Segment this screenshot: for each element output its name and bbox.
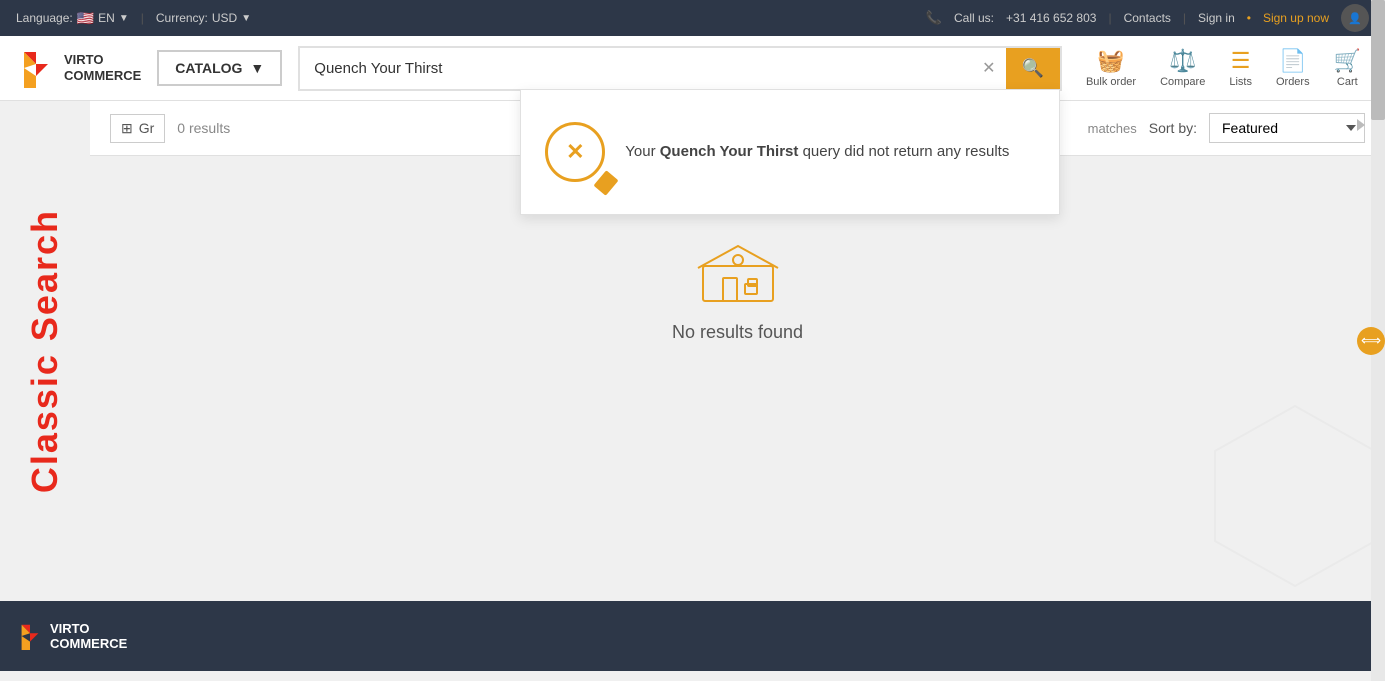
search-input[interactable]: [300, 50, 972, 87]
logo[interactable]: VIRTO COMMERCE: [16, 48, 141, 88]
results-right: matches Sort by: Featured Price: Low to …: [1088, 113, 1365, 143]
filter-matches: matches: [1088, 121, 1137, 136]
language-label: Language:: [16, 11, 73, 25]
expand-panel-button[interactable]: ⟺: [1357, 327, 1385, 355]
header: VIRTO COMMERCE CATALOG ▼ ✕ 🔍 ✕ Your Quen…: [0, 36, 1385, 101]
sidebar-vertical: Classic Search: [0, 101, 90, 601]
top-bar-right: 📞 Call us: +31 416 652 803 | Contacts | …: [926, 4, 1369, 32]
contacts-link[interactable]: Contacts: [1124, 11, 1171, 25]
orders-button[interactable]: 📄 Orders: [1268, 44, 1318, 92]
cart-icon: 🛒: [1334, 48, 1361, 74]
phone-number[interactable]: +31 416 652 803: [1006, 11, 1096, 25]
phone-icon: 📞: [926, 10, 942, 26]
hex-decoration: [1205, 396, 1385, 601]
currency-label: Currency:: [156, 11, 208, 25]
search-dropdown: ✕ Your Quench Your Thirst query did not …: [520, 89, 1060, 215]
results-title: ⊞ Gr 0 results: [110, 114, 230, 143]
no-results-found-text: No results found: [672, 322, 803, 343]
logo-text: VIRTO COMMERCE: [64, 52, 141, 83]
sort-select[interactable]: Featured Price: Low to High Price: High …: [1209, 113, 1365, 143]
currency-value: USD: [212, 11, 237, 25]
separator-1: |: [141, 11, 144, 25]
footer-logo-text: VIRTO COMMERCE: [50, 621, 127, 651]
warehouse-icon: [693, 236, 783, 306]
header-icons: 🧺 Bulk order ⚖️ Compare ☰ Lists 📄 Orders…: [1078, 44, 1369, 92]
cart-button[interactable]: 🛒 Cart: [1326, 44, 1369, 92]
phone-label: Call us:: [954, 11, 994, 25]
sidebar-vertical-text: Classic Search: [24, 209, 66, 493]
avatar[interactable]: 👤: [1341, 4, 1369, 32]
grid-view-button[interactable]: ⊞ Gr: [110, 114, 165, 143]
catalog-button[interactable]: CATALOG ▼: [157, 50, 282, 86]
separator-2: |: [1108, 11, 1111, 25]
search-button[interactable]: 🔍: [1006, 48, 1060, 89]
lists-icon: ☰: [1231, 48, 1251, 74]
collapse-panel-button[interactable]: [1353, 117, 1369, 138]
footer-logo-icon: [16, 622, 44, 650]
logo-icon: [16, 48, 56, 88]
bulk-order-icon: 🧺: [1097, 48, 1124, 74]
dot-separator: •: [1247, 11, 1251, 25]
currency-selector[interactable]: Currency: USD ▼: [156, 11, 251, 25]
results-count: 0 results: [177, 120, 230, 136]
orders-icon: 📄: [1279, 48, 1306, 74]
language-value: EN: [98, 11, 115, 25]
bulk-order-button[interactable]: 🧺 Bulk order: [1078, 44, 1144, 92]
search-bar: ✕ 🔍 ✕ Your Quench Your Thirst query did …: [298, 46, 1062, 91]
lang-dropdown-arrow: ▼: [119, 13, 129, 24]
sort-label: Sort by:: [1149, 120, 1197, 136]
top-bar: Language: 🇺🇸 EN ▼ | Currency: USD ▼ 📞 Ca…: [0, 0, 1385, 36]
sign-up-link[interactable]: Sign up now: [1263, 11, 1329, 25]
no-results-search-icon: ✕: [545, 122, 605, 182]
no-results-message: Your Quench Your Thirst query did not re…: [625, 143, 1009, 160]
catalog-dropdown-arrow: ▼: [250, 60, 264, 76]
language-selector[interactable]: Language: 🇺🇸 EN ▼: [16, 10, 129, 27]
grid-icon: ⊞: [121, 120, 133, 137]
lists-button[interactable]: ☰ Lists: [1221, 44, 1260, 92]
top-bar-left: Language: 🇺🇸 EN ▼ | Currency: USD ▼: [16, 10, 251, 27]
separator-3: |: [1183, 11, 1186, 25]
footer: VIRTO COMMERCE: [0, 601, 1385, 671]
search-clear-button[interactable]: ✕: [972, 58, 1005, 78]
flag-icon: 🇺🇸: [77, 10, 94, 27]
compare-button[interactable]: ⚖️ Compare: [1152, 44, 1213, 92]
currency-dropdown-arrow: ▼: [241, 13, 251, 24]
sign-in-link[interactable]: Sign in: [1198, 11, 1235, 25]
compare-icon: ⚖️: [1169, 48, 1196, 74]
footer-logo: VIRTO COMMERCE: [16, 621, 127, 651]
scrollbar-thumb[interactable]: [1371, 0, 1385, 120]
